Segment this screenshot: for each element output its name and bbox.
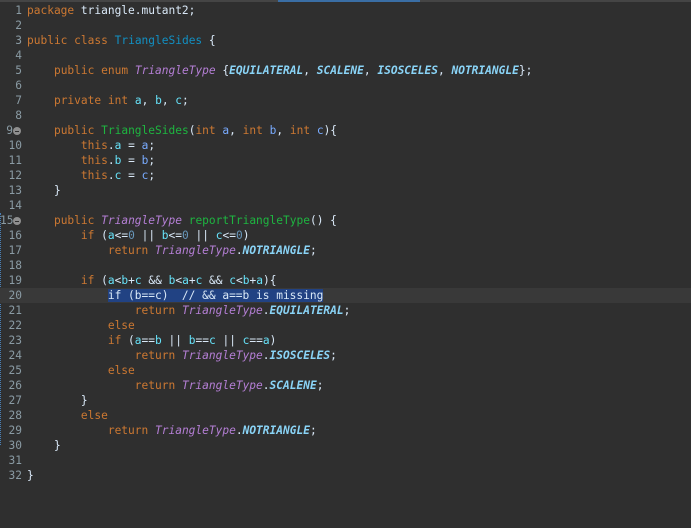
code-line: 12 this.c = c; xyxy=(0,168,691,183)
code-line: 22 else xyxy=(0,318,691,333)
line-number: 2 xyxy=(15,19,22,32)
line-number: 24 xyxy=(8,349,22,362)
line-number: 30 xyxy=(8,439,22,452)
line-number: 8 xyxy=(15,109,22,122)
line-number: 3 xyxy=(15,34,22,47)
line-number: 32 xyxy=(8,469,22,482)
code-line: 18 xyxy=(0,258,691,273)
code-line: 7 private int a, b, c; xyxy=(0,93,691,108)
code-line: 25 else xyxy=(0,363,691,378)
code-line: 24 return TriangleType.ISOSCELES; xyxy=(0,348,691,363)
code-line: 4 xyxy=(0,48,691,63)
code-line: 14 xyxy=(0,198,691,213)
fold-collapse-icon[interactable] xyxy=(13,217,21,225)
code-line: 31 xyxy=(0,453,691,468)
code-line: 8 xyxy=(0,108,691,123)
code-line: 17 return TriangleType.NOTRIANGLE; xyxy=(0,243,691,258)
code-line: 28 else xyxy=(0,408,691,423)
code-line: 27 } xyxy=(0,393,691,408)
class-name: TriangleSides xyxy=(114,34,203,47)
code-line: 1 package triangle.mutant2; xyxy=(0,3,691,18)
line-number: 20 xyxy=(8,289,22,302)
code-line: 11 this.b = b; xyxy=(0,153,691,168)
line-number: 10 xyxy=(8,139,22,152)
code-line: 2 xyxy=(0,18,691,33)
code-line: 6 xyxy=(0,78,691,93)
line-number: 27 xyxy=(8,394,22,407)
code-line: 29 return TriangleType.NOTRIANGLE; xyxy=(0,423,691,438)
line-number: 16 xyxy=(8,229,22,242)
code-line: 16 if (a<=0 || b<=0 || c<=0) xyxy=(0,228,691,243)
fold-collapse-icon[interactable] xyxy=(13,127,21,135)
code-line: 23 if (a==b || b==c || c==a) xyxy=(0,333,691,348)
line-number: 17 xyxy=(8,244,22,257)
line-number: 5 xyxy=(15,64,22,77)
code-line: 5 public enum TriangleType {EQUILATERAL,… xyxy=(0,63,691,78)
code-editor[interactable]: 1 package triangle.mutant2; 2 3 public c… xyxy=(0,3,691,483)
line-number: 4 xyxy=(15,49,22,62)
line-number: 14 xyxy=(8,199,22,212)
line-number: 18 xyxy=(8,259,22,272)
current-line: 20 if (b==c) // && a==b is missing xyxy=(0,288,691,303)
line-number: 19 xyxy=(8,274,22,287)
code-line: 10 this.a = a; xyxy=(0,138,691,153)
line-number: 22 xyxy=(8,319,22,332)
line-number: 12 xyxy=(8,169,22,182)
code-line: 32 } xyxy=(0,468,691,483)
code-line: 26 return TriangleType.SCALENE; xyxy=(0,378,691,393)
editor-tab-strip xyxy=(0,0,691,2)
code-line: 3 public class TriangleSides { xyxy=(0,33,691,48)
line-number: 13 xyxy=(8,184,22,197)
line-number: 29 xyxy=(8,424,22,437)
code-line: 13 } xyxy=(0,183,691,198)
code-line: 21 return TriangleType.EQUILATERAL; xyxy=(0,303,691,318)
active-tab-indicator[interactable] xyxy=(278,0,420,2)
code-line: 15 public TriangleType reportTriangleTyp… xyxy=(0,214,337,227)
code-line: 9 public TriangleSides(int a, int b, int… xyxy=(0,123,691,138)
line-number: 26 xyxy=(8,379,22,392)
line-number: 23 xyxy=(8,334,22,347)
line-number: 25 xyxy=(8,364,22,377)
line-number: 11 xyxy=(8,154,22,167)
line-number: 28 xyxy=(8,409,22,422)
line-number: 7 xyxy=(15,94,22,107)
line-number: 6 xyxy=(15,79,22,92)
line-number: 1 xyxy=(15,4,22,17)
selected-text[interactable]: if (b==c) // && a==b is missing xyxy=(107,289,324,302)
code-line: 19 if (a<b+c && b<a+c && c<b+a){ xyxy=(0,273,691,288)
code-line: 30 } xyxy=(0,438,691,453)
line-number: 31 xyxy=(8,454,22,467)
line-number: 21 xyxy=(8,304,22,317)
